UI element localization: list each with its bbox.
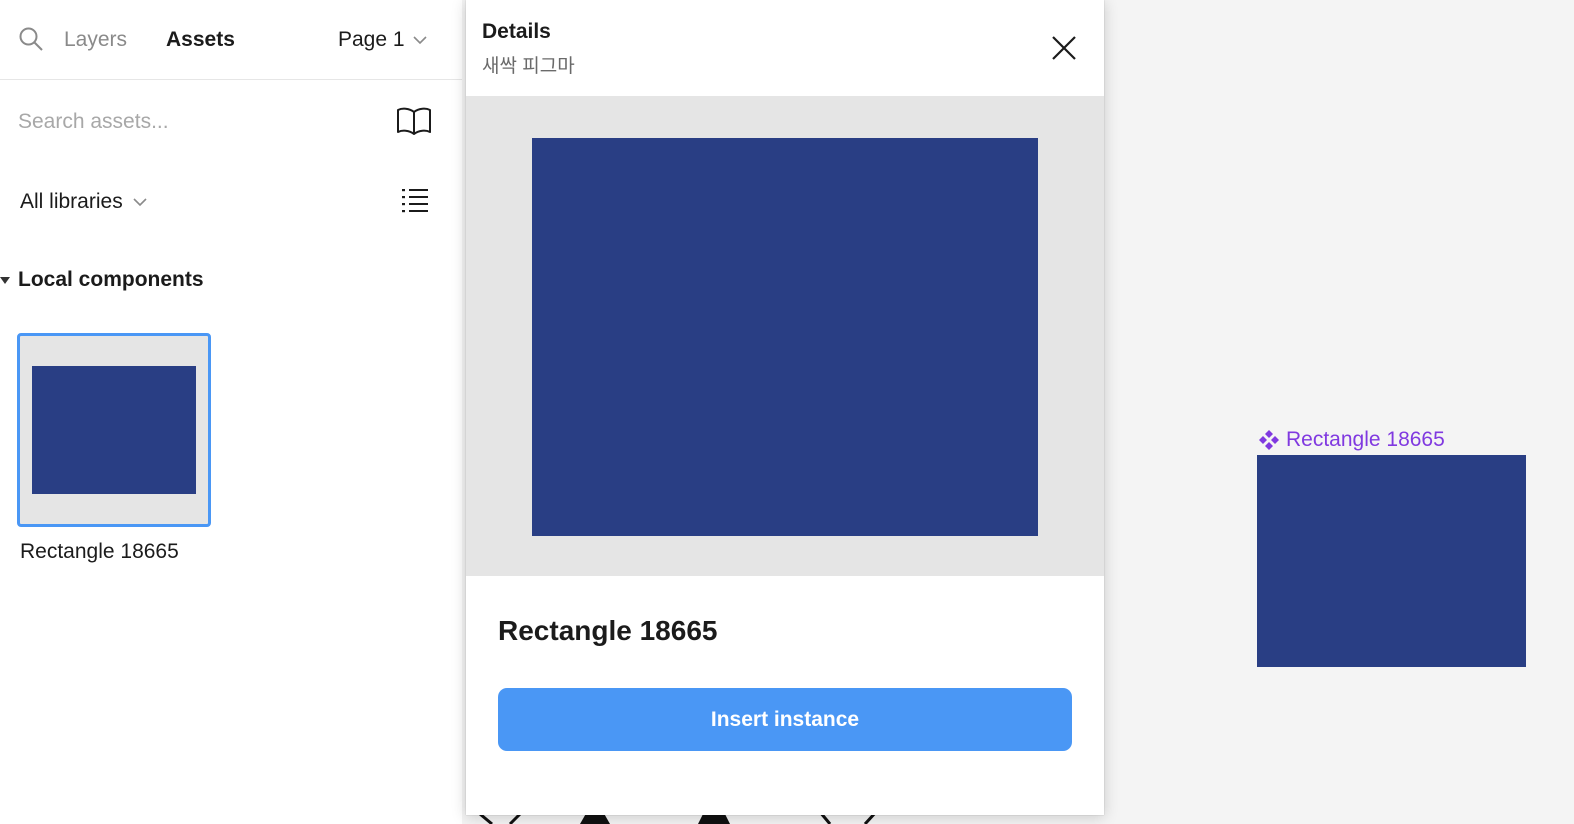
panel-tab-bar: Layers Assets Page 1 [0, 0, 462, 80]
component-thumbnail-swatch [32, 366, 196, 494]
canvas-component-rectangle[interactable] [1257, 455, 1526, 667]
assets-panel: Layers Assets Page 1 All libraries Local… [0, 0, 462, 824]
libraries-select-label: All libraries [20, 190, 123, 213]
chevron-down-icon [133, 198, 147, 207]
local-components-header[interactable]: Local components [0, 266, 204, 294]
tab-assets[interactable]: Assets [166, 27, 235, 53]
component-name: Rectangle 18665 [498, 615, 718, 646]
section-title: Local components [18, 268, 204, 291]
search-assets-input[interactable] [18, 106, 378, 138]
caret-down-icon [0, 276, 10, 284]
search-icon[interactable] [18, 26, 44, 52]
component-thumbnail-label: Rectangle 18665 [20, 540, 179, 563]
details-popover: Details 새싹 피그마 Rectangle 18665 Insert in… [466, 0, 1104, 815]
component-icon [1259, 430, 1279, 450]
page-select[interactable]: Page 1 [338, 27, 427, 53]
list-view-icon[interactable] [400, 186, 430, 214]
close-icon[interactable] [1050, 34, 1078, 62]
component-preview-swatch [532, 138, 1038, 536]
component-thumbnail[interactable] [17, 333, 211, 527]
page-select-label: Page 1 [338, 28, 405, 51]
libraries-select[interactable]: All libraries [20, 188, 147, 216]
book-icon[interactable] [396, 106, 432, 136]
chevron-down-icon [412, 36, 427, 45]
tab-layers[interactable]: Layers [64, 27, 127, 53]
component-preview [466, 96, 1104, 576]
details-title: Details [482, 20, 551, 43]
canvas-component-label[interactable]: Rectangle 18665 [1258, 427, 1445, 453]
details-subtitle: 새싹 피그마 [482, 56, 575, 77]
canvas-component-name: Rectangle 18665 [1286, 428, 1445, 451]
insert-instance-button[interactable]: Insert instance [498, 688, 1072, 751]
